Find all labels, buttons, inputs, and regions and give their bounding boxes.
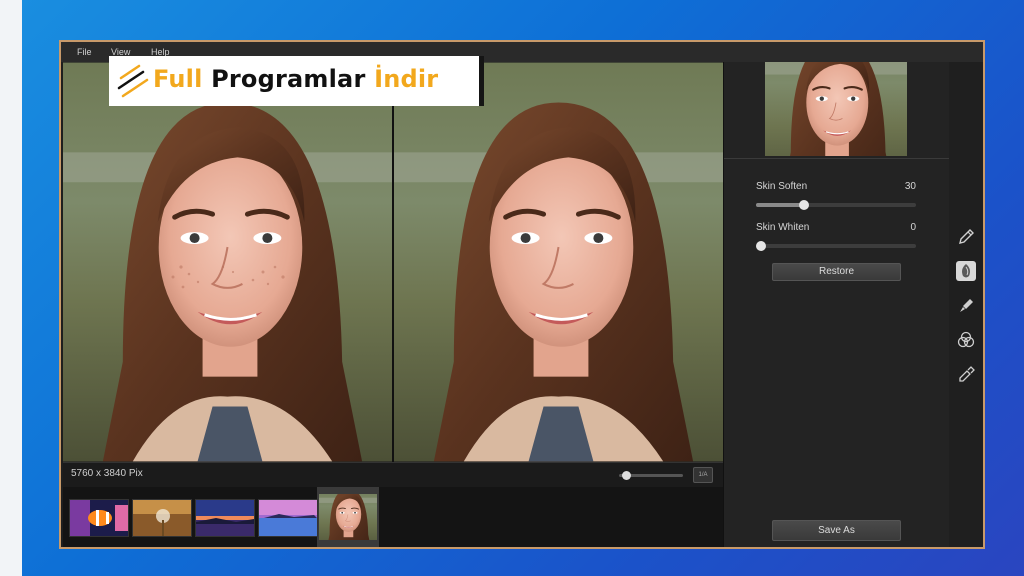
image-dimensions: 5760 x 3840 Pix (71, 468, 143, 479)
zoom-slider[interactable] (619, 471, 683, 480)
save-as-button[interactable]: Save As (772, 520, 901, 541)
skin-soften-slider[interactable] (756, 200, 916, 210)
skin-whiten-knob[interactable] (756, 241, 766, 251)
skin-whiten-value: 0 (910, 222, 916, 233)
panel-separator (724, 158, 950, 159)
menu-file[interactable]: File (77, 47, 92, 57)
skin-soften-knob[interactable] (799, 200, 809, 210)
before-image (63, 62, 392, 462)
app-window: File View Help 5760 x 3840 Pix 1/A Skin … (59, 40, 985, 549)
skin-soften-value: 30 (904, 181, 916, 192)
eyedropper-icon[interactable] (956, 365, 976, 385)
skin-whiten-slider[interactable] (756, 241, 916, 251)
status-bar: 5760 x 3840 Pix 1/A (63, 462, 723, 487)
watermark-word-full: Full (153, 65, 203, 93)
skin-whiten-label: Skin Whiten (756, 222, 810, 233)
restore-button[interactable]: Restore (772, 263, 901, 281)
thumbnail-sunset-lake[interactable] (195, 499, 255, 537)
thumbnail-dandelion[interactable] (132, 499, 192, 537)
pencil-icon[interactable] (956, 227, 976, 247)
skin-icon[interactable] (956, 261, 976, 281)
watermark-logo-icon (117, 64, 149, 98)
skin-soften-fill (756, 203, 804, 207)
brush-icon[interactable] (956, 296, 976, 316)
navigator-preview[interactable] (765, 62, 907, 156)
left-edge-strip (0, 0, 22, 576)
after-image (394, 62, 723, 462)
tool-sidebar (949, 62, 983, 547)
skin-soften-label: Skin Soften (756, 181, 808, 192)
compare-canvas[interactable] (63, 62, 723, 462)
watermark-word-programlar: Programlar (202, 65, 375, 93)
thumbnail-portrait[interactable] (319, 494, 377, 540)
thumbnail-pink-lake[interactable] (258, 499, 318, 537)
watermark-text: Full Programlar İndir (153, 65, 438, 93)
zoom-slider-knob[interactable] (622, 471, 631, 480)
watermark-banner: Full Programlar İndir (109, 56, 484, 106)
thumbnail-clownfish[interactable] (69, 499, 129, 537)
watermark-word-indir: İndir (374, 65, 439, 93)
adjustments-panel: Skin Soften 30 Skin Whiten 0 Restore Sav… (723, 62, 950, 547)
freckles-overlay (171, 265, 285, 289)
zoom-fit-button[interactable]: 1/A (693, 467, 713, 483)
color-circles-icon[interactable] (956, 330, 976, 350)
filmstrip (63, 487, 723, 547)
